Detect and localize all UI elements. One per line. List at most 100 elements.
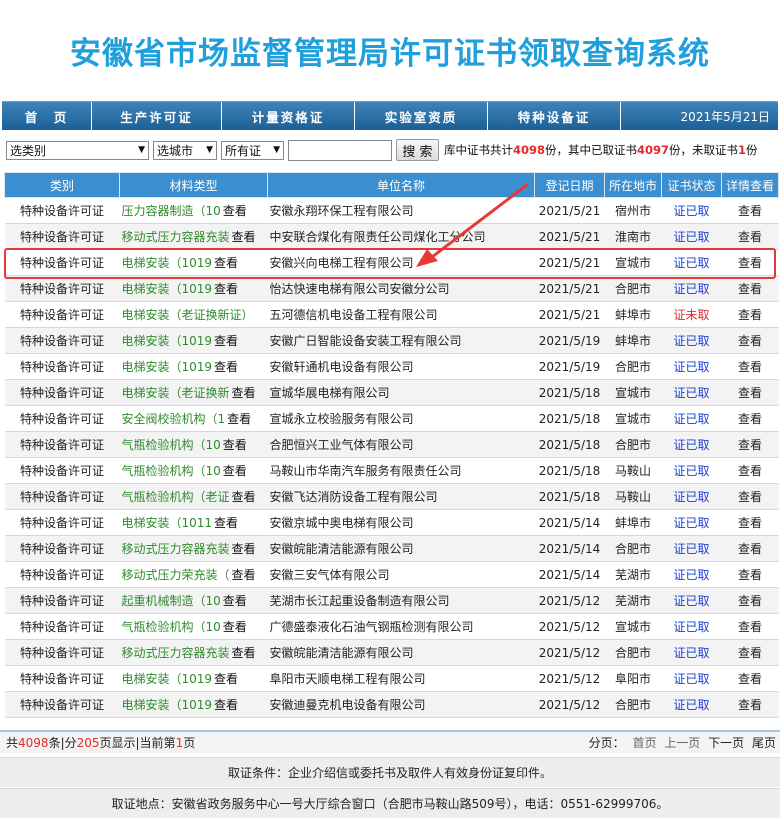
status-select[interactable]: 所有证 ▼	[221, 140, 284, 160]
cell-unit-name: 广德盛泰液化石油气钢瓶检测有限公司	[267, 613, 535, 640]
detail-view-link[interactable]: 查看	[721, 457, 779, 484]
material-view-link[interactable]: 查看	[223, 594, 247, 608]
city-select[interactable]: 选城市 ▼	[153, 140, 217, 160]
material-view-link[interactable]: 查看	[214, 360, 238, 374]
detail-view-link[interactable]: 查看	[721, 665, 779, 692]
cell-unit-name: 芜湖市长江起重设备制造有限公司	[267, 587, 535, 614]
material-view-link[interactable]: 查看	[227, 412, 251, 426]
material-view-link[interactable]: 查看	[214, 256, 238, 270]
cell-status: 证已取	[661, 587, 722, 614]
cell-date: 2021/5/14	[534, 535, 605, 562]
search-button[interactable]: 搜 索	[396, 139, 439, 161]
cell-material: 安全阀校验机构（1 查看	[119, 405, 268, 432]
detail-view-link[interactable]: 查看	[721, 379, 779, 406]
material-view-link[interactable]: 查看	[232, 542, 256, 556]
prev-page-link[interactable]: 上一页	[664, 736, 700, 750]
cell-date: 2021/5/12	[534, 587, 605, 614]
cell-material: 电梯安装（老证换新证）	[119, 301, 268, 328]
cell-city: 马鞍山	[604, 483, 662, 510]
material-type: 气瓶检验机构（10	[121, 620, 221, 634]
nav-home[interactable]: 首 页	[2, 101, 92, 131]
material-view-link[interactable]: 查看	[223, 620, 247, 634]
cell-city: 阜阳市	[604, 665, 662, 692]
cell-unit-name: 安徽三安气体有限公司	[267, 561, 535, 588]
material-view-link[interactable]: 查看	[232, 230, 256, 244]
table-row: 特种设备许可证 电梯安装（1019 查看 安徽兴向电梯工程有限公司 2021/5/21 宣…	[4, 249, 779, 276]
cell-material: 电梯安装（1019 查看	[119, 691, 268, 718]
cell-unit-name: 安徽迪曼克机电设备有限公司	[267, 691, 535, 718]
table-header-row: 类别 材料类型 单位名称 登记日期 所在地市 证书状态 详情查看	[4, 172, 779, 198]
material-view-link[interactable]: 查看	[214, 516, 238, 530]
detail-view-link[interactable]: 查看	[721, 509, 779, 536]
cell-city: 蚌埠市	[604, 509, 662, 536]
search-input[interactable]	[288, 139, 392, 161]
detail-view-link[interactable]: 查看	[721, 249, 779, 276]
cell-category: 特种设备许可证	[4, 405, 120, 432]
cell-material: 电梯安装（1019 查看	[119, 327, 268, 354]
col-header-city: 所在地市	[604, 172, 662, 198]
detail-view-link[interactable]: 查看	[721, 301, 779, 328]
material-view-link[interactable]: 查看	[214, 672, 238, 686]
chevron-down-icon: ▼	[138, 145, 145, 155]
detail-view-link[interactable]: 查看	[721, 197, 779, 224]
first-page-link[interactable]: 首页	[632, 736, 656, 750]
detail-view-link[interactable]: 查看	[721, 275, 779, 302]
detail-view-link[interactable]: 查看	[721, 353, 779, 380]
material-view-link[interactable]: 查看	[214, 282, 238, 296]
table-row: 特种设备许可证 电梯安装（1019 查看 安徽迪曼克机电设备有限公司 2021/5/12…	[4, 691, 779, 718]
detail-view-link[interactable]: 查看	[721, 613, 779, 640]
cell-category: 特种设备许可证	[4, 275, 120, 302]
next-page-link[interactable]: 下一页	[708, 736, 744, 750]
material-type: 气瓶检验机构（老证	[121, 490, 230, 504]
cell-material: 电梯安装（1019 查看	[119, 665, 268, 692]
cell-unit-name: 马鞍山市华南汽车服务有限责任公司	[267, 457, 535, 484]
material-view-link[interactable]: 查看	[232, 490, 256, 504]
material-view-link[interactable]: 查看	[232, 386, 256, 400]
material-type: 气瓶检验机构（10	[121, 464, 221, 478]
detail-view-link[interactable]: 查看	[721, 405, 779, 432]
nav-special-equipment[interactable]: 特种设备证	[488, 101, 621, 131]
cell-unit-name: 合肥恒兴工业气体有限公司	[267, 431, 535, 458]
cell-category: 特种设备许可证	[4, 379, 120, 406]
material-type: 电梯安装（老证换新	[121, 386, 230, 400]
material-type: 移动式压力容器充装	[121, 646, 230, 660]
detail-view-link[interactable]: 查看	[721, 327, 779, 354]
detail-view-link[interactable]: 查看	[721, 587, 779, 614]
last-page-link[interactable]: 尾页	[752, 736, 776, 750]
cell-status: 证已取	[661, 431, 722, 458]
material-view-link[interactable]: 查看	[214, 334, 238, 348]
cell-category: 特种设备许可证	[4, 249, 120, 276]
material-view-link[interactable]: 查看	[214, 698, 238, 712]
page-title: 安徽省市场监督管理局许可证书领取查询系统	[70, 35, 710, 72]
material-view-link[interactable]: 查看	[223, 204, 247, 218]
detail-view-link[interactable]: 查看	[721, 535, 779, 562]
cell-status: 证未取	[661, 301, 722, 328]
material-type: 移动式压力容器充装	[121, 542, 230, 556]
cell-status: 证已取	[661, 535, 722, 562]
cell-date: 2021/5/12	[534, 665, 605, 692]
cell-status: 证已取	[661, 353, 722, 380]
cell-city: 芜湖市	[604, 561, 662, 588]
detail-view-link[interactable]: 查看	[721, 483, 779, 510]
cell-category: 特种设备许可证	[4, 665, 120, 692]
detail-view-link[interactable]: 查看	[721, 431, 779, 458]
detail-view-link[interactable]: 查看	[721, 561, 779, 588]
material-view-link[interactable]: 查看	[223, 464, 247, 478]
cell-category: 特种设备许可证	[4, 353, 120, 380]
cell-unit-name: 安徽永翔环保工程有限公司	[267, 197, 535, 224]
cell-material: 电梯安装（1011 查看	[119, 509, 268, 536]
detail-view-link[interactable]: 查看	[721, 639, 779, 666]
detail-view-link[interactable]: 查看	[721, 223, 779, 250]
table-row: 特种设备许可证 电梯安装（老证换新 查看 宣城华展电梯有限公司 2021/5/18 宣城市…	[4, 379, 779, 406]
col-header-material: 材料类型	[119, 172, 268, 198]
category-select[interactable]: 选类别 ▼	[6, 140, 149, 160]
material-view-link[interactable]: 查看	[232, 568, 256, 582]
material-view-link[interactable]: 查看	[223, 438, 247, 452]
nav-production-license[interactable]: 生产许可证	[92, 101, 222, 131]
cell-date: 2021/5/21	[534, 249, 605, 276]
detail-view-link[interactable]: 查看	[721, 691, 779, 718]
cell-date: 2021/5/18	[534, 457, 605, 484]
nav-metrology-cert[interactable]: 计量资格证	[222, 101, 355, 131]
material-view-link[interactable]: 查看	[232, 646, 256, 660]
nav-lab-qualification[interactable]: 实验室资质	[355, 101, 488, 131]
